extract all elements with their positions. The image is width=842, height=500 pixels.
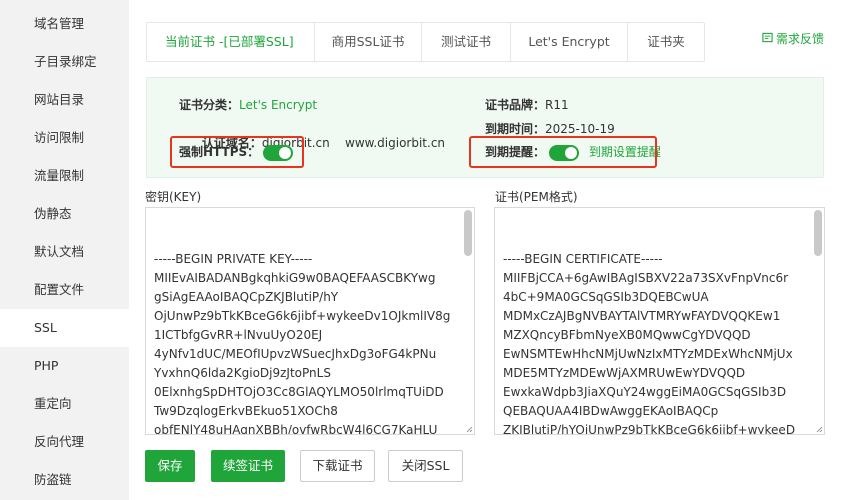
save-button[interactable]: 保存 <box>145 450 195 482</box>
sidebar: 域名管理 子目录绑定 网站目录 访问限制 流量限制 伪静态 默认文档 配置文件 … <box>0 0 129 500</box>
cert-brand-label: 证书品牌： <box>485 98 546 112</box>
sidebar-item-traffic-limit[interactable]: 流量限制 <box>0 157 129 195</box>
download-cert-button[interactable]: 下载证书 <box>300 450 375 482</box>
tab-cert-folder[interactable]: 证书夹 <box>628 23 704 61</box>
tab-test-cert[interactable]: 测试证书 <box>422 23 511 61</box>
tab-lets-encrypt[interactable]: Let's Encrypt <box>511 23 628 61</box>
key-label: 密钥(KEY) <box>145 190 202 204</box>
certificate-scrollbar[interactable] <box>814 210 822 256</box>
cert-category-value: Let's Encrypt <box>239 98 318 112</box>
sidebar-item-reverse-proxy[interactable]: 反向代理 <box>0 423 129 461</box>
private-key-content: -----BEGIN PRIVATE KEY----- MIIEvAIBADAN… <box>154 252 451 435</box>
cert-brand-value: R11 <box>545 98 569 112</box>
tab-bar: 当前证书 -[已部署SSL] 商用SSL证书 测试证书 Let's Encryp… <box>146 22 705 62</box>
renew-cert-button[interactable]: 续签证书 <box>211 450 285 482</box>
certificate-content: -----BEGIN CERTIFICATE----- MIIFBjCCA+6g… <box>503 252 796 435</box>
feedback-link[interactable]: 需求反馈 <box>762 30 824 47</box>
private-key-textarea[interactable]: -----BEGIN PRIVATE KEY----- MIIEvAIBADAN… <box>145 207 475 435</box>
cert-expiry-label: 到期时间： <box>485 122 546 136</box>
private-key-scrollbar[interactable] <box>464 210 472 256</box>
sidebar-item-ssl[interactable]: SSL <box>0 309 129 347</box>
cert-category: 证书分类：Let's Encrypt <box>179 96 317 113</box>
feedback-label: 需求反馈 <box>776 32 825 46</box>
cert-expiry-value: 2025-10-19 <box>545 122 615 136</box>
cert-expiry: 到期时间：2025-10-19 <box>485 120 615 137</box>
sidebar-item-default-doc[interactable]: 默认文档 <box>0 233 129 271</box>
sidebar-item-hotlink[interactable]: 防盗链 <box>0 461 129 499</box>
sidebar-item-site-dir[interactable]: 网站目录 <box>0 81 129 119</box>
sidebar-item-domain[interactable]: 域名管理 <box>0 5 129 43</box>
tab-current-cert[interactable]: 当前证书 -[已部署SSL] <box>147 23 315 61</box>
cert-category-label: 证书分类： <box>179 98 240 112</box>
feedback-icon <box>762 32 773 46</box>
cert-label: 证书(PEM格式) <box>495 190 578 204</box>
cert-brand: 证书品牌：R11 <box>485 96 569 113</box>
force-https-highlight <box>170 136 304 168</box>
close-ssl-button[interactable]: 关闭SSL <box>388 450 463 482</box>
main-panel: 当前证书 -[已部署SSL] 商用SSL证书 测试证书 Let's Encryp… <box>129 0 842 500</box>
tab-commercial-ssl[interactable]: 商用SSL证书 <box>315 23 422 61</box>
sidebar-list: 域名管理 子目录绑定 网站目录 访问限制 流量限制 伪静态 默认文档 配置文件 … <box>0 5 129 499</box>
resize-grip-icon[interactable] <box>465 425 473 433</box>
sidebar-item-redirect[interactable]: 重定向 <box>0 385 129 423</box>
sidebar-item-access-limit[interactable]: 访问限制 <box>0 119 129 157</box>
resize-grip-icon[interactable] <box>815 425 823 433</box>
expiry-reminder-highlight <box>469 136 657 168</box>
certificate-textarea[interactable]: -----BEGIN CERTIFICATE----- MIIFBjCCA+6g… <box>494 207 825 435</box>
sidebar-item-php[interactable]: PHP <box>0 347 129 385</box>
sidebar-item-config-file[interactable]: 配置文件 <box>0 271 129 309</box>
sidebar-item-subdir-binding[interactable]: 子目录绑定 <box>0 43 129 81</box>
sidebar-item-rewrite[interactable]: 伪静态 <box>0 195 129 233</box>
